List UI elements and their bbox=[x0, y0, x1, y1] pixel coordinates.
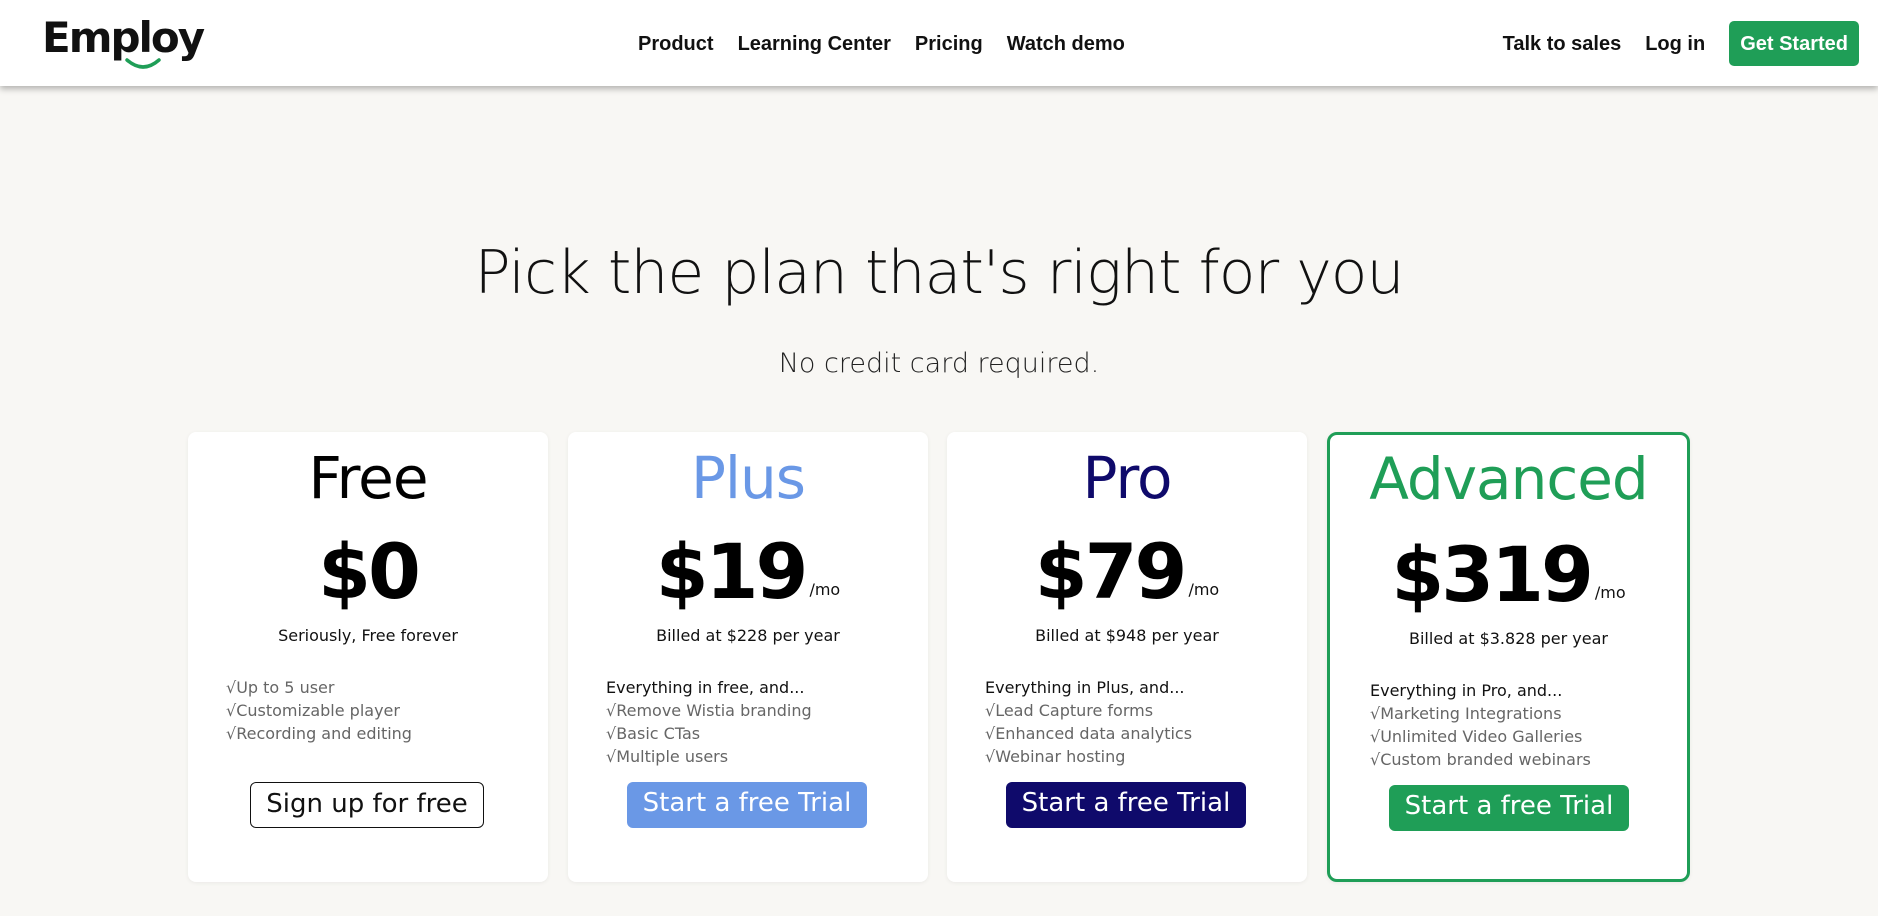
plan-card-free: Free $0 Seriously, Free forever √Up to 5… bbox=[188, 432, 548, 882]
plan-price: $79 bbox=[1034, 527, 1188, 616]
price-row: $0 bbox=[188, 524, 548, 620]
feature-item: √Basic CTas bbox=[606, 724, 701, 743]
plan-billing-note: Billed at $228 per year bbox=[656, 626, 840, 645]
sign-up-free-button[interactable]: Sign up for free bbox=[250, 782, 484, 828]
plan-billing-note: Billed at $3.828 per year bbox=[1409, 629, 1608, 648]
nav-pricing[interactable]: Pricing bbox=[915, 27, 983, 61]
feature-item: √Customizable player bbox=[226, 701, 400, 720]
feature-list: Everything in Pro, and... √Marketing Int… bbox=[1370, 679, 1591, 771]
feature-list: √Up to 5 user √Customizable player √Reco… bbox=[226, 676, 412, 745]
nav-product[interactable]: Product bbox=[638, 27, 714, 61]
plan-card-pro: Pro $79 /mo Billed at $948 per year Ever… bbox=[947, 432, 1307, 882]
feature-item: √Lead Capture forms bbox=[985, 701, 1154, 720]
main-nav: Product Learning Center Pricing Watch de… bbox=[638, 27, 1125, 61]
logo-text: Employ bbox=[42, 13, 205, 62]
feature-item: √Remove Wistia branding bbox=[606, 701, 812, 720]
feature-item: √Webinar hosting bbox=[985, 747, 1126, 766]
nav-learning-center[interactable]: Learning Center bbox=[738, 27, 891, 61]
feature-list: Everything in free, and... √Remove Wisti… bbox=[606, 676, 812, 768]
plan-price: $319 bbox=[1391, 530, 1594, 619]
feature-item: √Multiple users bbox=[606, 747, 729, 766]
plan-name: Pro bbox=[1082, 444, 1172, 512]
feature-item: √Enhanced data analytics bbox=[985, 724, 1193, 743]
feature-item: √Up to 5 user bbox=[226, 678, 335, 697]
feature-item: √Custom branded webinars bbox=[1370, 750, 1591, 769]
plan-price: $0 bbox=[318, 527, 421, 616]
feature-list: Everything in Plus, and... √Lead Capture… bbox=[985, 676, 1192, 768]
page-subtitle: No credit card required. bbox=[778, 348, 1100, 379]
plan-name: Free bbox=[308, 444, 428, 512]
price-period: /mo bbox=[809, 580, 841, 599]
talk-to-sales-link[interactable]: Talk to sales bbox=[1503, 27, 1622, 61]
feature-heading: Everything in Pro, and... bbox=[1370, 681, 1563, 700]
log-in-link[interactable]: Log in bbox=[1645, 27, 1705, 61]
price-period: /mo bbox=[1594, 583, 1626, 602]
plan-billing-note: Billed at $948 per year bbox=[1035, 626, 1219, 645]
feature-item: √Marketing Integrations bbox=[1370, 704, 1562, 723]
start-trial-advanced-button[interactable]: Start a free Trial bbox=[1389, 785, 1629, 831]
plan-card-plus: Plus $19 /mo Billed at $228 per year Eve… bbox=[568, 432, 928, 882]
plan-name: Advanced bbox=[1369, 445, 1649, 513]
price-row: $79 /mo bbox=[947, 524, 1307, 620]
plan-billing-note: Seriously, Free forever bbox=[278, 626, 458, 645]
feature-heading: Everything in Plus, and... bbox=[985, 678, 1185, 697]
plan-name: Plus bbox=[690, 444, 806, 512]
feature-heading: Everything in free, and... bbox=[606, 678, 805, 697]
get-started-button[interactable]: Get Started bbox=[1729, 21, 1859, 66]
feature-item: √Recording and editing bbox=[226, 724, 412, 743]
price-row: $319 /mo bbox=[1330, 527, 1687, 623]
employ-logo[interactable]: Employ bbox=[42, 12, 205, 69]
price-period: /mo bbox=[1188, 580, 1220, 599]
feature-item: √Unlimited Video Galleries bbox=[1370, 727, 1583, 746]
plan-price: $19 bbox=[655, 527, 809, 616]
smile-icon bbox=[125, 58, 161, 69]
nav-watch-demo[interactable]: Watch demo bbox=[1007, 27, 1125, 61]
top-navbar: Employ Product Learning Center Pricing W… bbox=[0, 0, 1878, 86]
price-row: $19 /mo bbox=[568, 524, 928, 620]
account-nav: Talk to sales Log in Get Started bbox=[1503, 21, 1859, 66]
start-trial-pro-button[interactable]: Start a free Trial bbox=[1006, 782, 1246, 828]
page-title: Pick the plan that's right for you bbox=[474, 238, 1405, 308]
start-trial-plus-button[interactable]: Start a free Trial bbox=[627, 782, 867, 828]
plan-card-advanced: Advanced $319 /mo Billed at $3.828 per y… bbox=[1327, 432, 1690, 882]
